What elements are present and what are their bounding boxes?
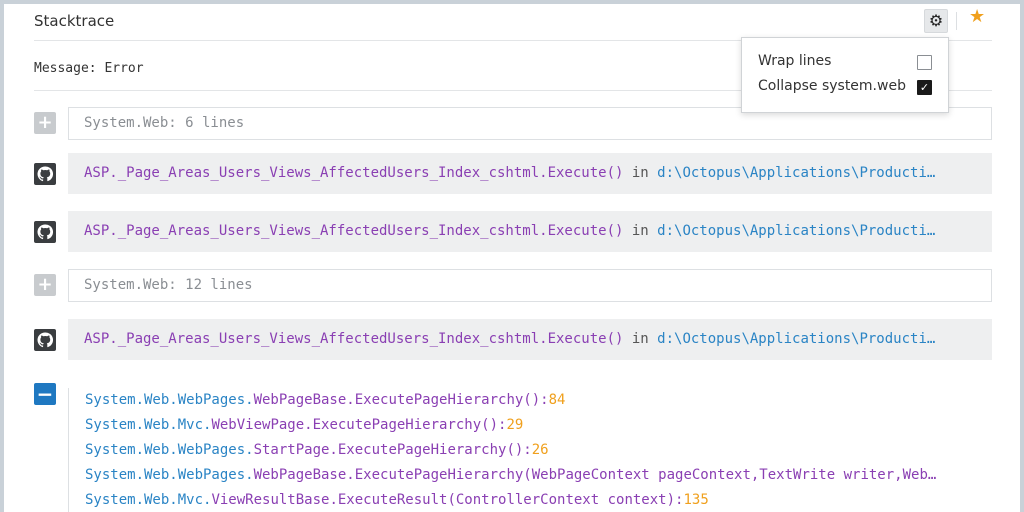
github-button[interactable] bbox=[34, 329, 56, 351]
frame-namespace: System.Web.Mvc. bbox=[85, 417, 212, 433]
frame-in: in bbox=[623, 165, 658, 181]
frame-text[interactable]: ASP._Page_Areas_Users_Views_AffectedUser… bbox=[68, 211, 992, 252]
message-text: Message: Error bbox=[34, 61, 144, 76]
frame-method: WebPageBase.ExecutePageHierarchy(WebPage… bbox=[253, 467, 937, 483]
frame-function: ASP._Page_Areas_Users_Views_AffectedUser… bbox=[84, 223, 624, 239]
collapsed-group-label[interactable]: System.Web: 12 lines bbox=[68, 269, 992, 302]
frame-line-number: 26 bbox=[531, 442, 549, 458]
frame-namespace: System.Web.WebPages. bbox=[85, 392, 254, 408]
github-icon bbox=[37, 166, 53, 182]
frame-namespace: System.Web.WebPages. bbox=[85, 467, 254, 483]
github-button[interactable] bbox=[34, 163, 56, 185]
collapse-system-web-option[interactable]: Collapse system.web bbox=[758, 78, 906, 94]
github-icon bbox=[37, 224, 53, 240]
settings-dropdown: Wrap lines Collapse system.web ✓ bbox=[741, 37, 949, 113]
frame-line-number: 84 bbox=[548, 392, 566, 408]
frame-path[interactable]: d:\Octopus\Applications\Producti… bbox=[657, 165, 935, 181]
frame-text[interactable]: ASP._Page_Areas_Users_Views_AffectedUser… bbox=[68, 153, 992, 194]
minus-icon: − bbox=[36, 382, 54, 406]
github-button[interactable] bbox=[34, 221, 56, 243]
wrap-lines-checkbox[interactable] bbox=[917, 55, 932, 70]
stack-frame: ASP._Page_Areas_Users_Views_AffectedUser… bbox=[34, 153, 992, 194]
expanded-frame[interactable]: System.Web.WebPages.StartPage.ExecutePag… bbox=[85, 438, 971, 463]
plus-icon: + bbox=[37, 274, 53, 295]
frame-path[interactable]: d:\Octopus\Applications\Producti… bbox=[657, 223, 935, 239]
frame-separator: : bbox=[523, 442, 532, 458]
frame-in: in bbox=[623, 223, 658, 239]
github-icon bbox=[37, 332, 53, 348]
frame-path[interactable]: d:\Octopus\Applications\Producti… bbox=[657, 331, 935, 347]
frame-function: ASP._Page_Areas_Users_Views_AffectedUser… bbox=[84, 331, 624, 347]
frame-namespace: System.Web.Mvc. bbox=[85, 492, 212, 508]
expanded-frame[interactable]: System.Web.WebPages.WebPageBase.ExecuteP… bbox=[85, 463, 971, 488]
frame-method: ViewResultBase.ExecuteResult(ControllerC… bbox=[211, 492, 676, 508]
frame-line-number: 135 bbox=[683, 492, 709, 508]
expanded-frame[interactable]: System.Web.WebPages.WebPageBase.ExecuteP… bbox=[85, 388, 971, 413]
wrap-lines-option[interactable]: Wrap lines bbox=[758, 53, 831, 69]
frame-function: ASP._Page_Areas_Users_Views_AffectedUser… bbox=[84, 165, 624, 181]
frame-method: WebPageBase.ExecutePageHierarchy() bbox=[253, 392, 541, 408]
frame-text[interactable]: ASP._Page_Areas_Users_Views_AffectedUser… bbox=[68, 319, 992, 360]
frame-namespace: System.Web.WebPages. bbox=[85, 442, 254, 458]
panel-header: Stacktrace ⚙ ★ bbox=[34, 4, 992, 41]
frame-line-number: 29 bbox=[506, 417, 524, 433]
gear-icon: ⚙ bbox=[928, 11, 944, 30]
stacktrace-panel: Stacktrace ⚙ ★ Message: Error + System.W… bbox=[4, 4, 1020, 512]
expand-button[interactable]: + bbox=[34, 274, 56, 296]
settings-button[interactable]: ⚙ bbox=[924, 9, 948, 33]
expanded-frame[interactable]: System.Web.Mvc.WebViewPage.ExecutePageHi… bbox=[85, 413, 971, 438]
collapsed-group: + System.Web: 12 lines bbox=[34, 269, 992, 302]
frame-in: in bbox=[623, 331, 658, 347]
frame-method: WebViewPage.ExecutePageHierarchy() bbox=[211, 417, 499, 433]
plus-icon: + bbox=[37, 112, 53, 133]
star-icon[interactable]: ★ bbox=[969, 8, 985, 26]
panel-title: Stacktrace bbox=[34, 12, 115, 30]
expand-button[interactable]: + bbox=[34, 112, 56, 134]
expanded-frame[interactable]: System.Web.Mvc.ViewResultBase.ExecuteRes… bbox=[85, 488, 971, 512]
collapse-system-web-checkbox[interactable]: ✓ bbox=[917, 80, 932, 95]
header-divider bbox=[956, 12, 957, 30]
stack-frame: ASP._Page_Areas_Users_Views_AffectedUser… bbox=[34, 319, 992, 360]
stack-frame: ASP._Page_Areas_Users_Views_AffectedUser… bbox=[34, 211, 992, 252]
frame-separator: : bbox=[540, 392, 549, 408]
collapse-button[interactable]: − bbox=[34, 383, 56, 405]
check-icon: ✓ bbox=[919, 81, 930, 94]
frame-method: StartPage.ExecutePageHierarchy() bbox=[253, 442, 524, 458]
expanded-group: System.Web.WebPages.WebPageBase.ExecuteP… bbox=[68, 388, 987, 512]
